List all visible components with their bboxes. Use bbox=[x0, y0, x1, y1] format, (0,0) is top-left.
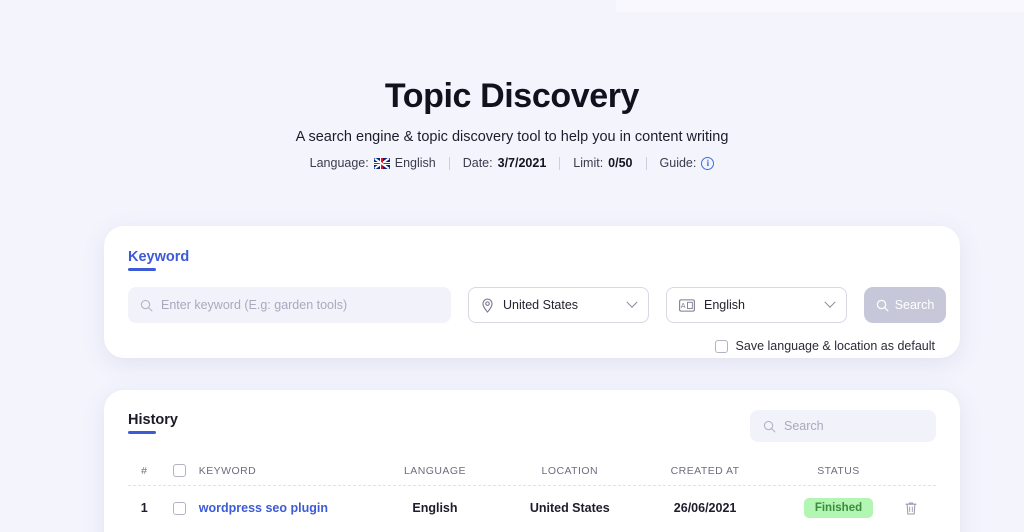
tab-keyword[interactable]: Keyword bbox=[128, 249, 189, 271]
location-dropdown-value: United States bbox=[503, 298, 579, 312]
column-header-keyword: KEYWORD bbox=[198, 464, 257, 477]
search-icon bbox=[140, 299, 153, 311]
search-button-label: Search bbox=[894, 298, 935, 312]
chevron-down-icon bbox=[626, 296, 638, 308]
table-header-row: # KEYWORD LANGUAGE LOCATION CREATED AT S… bbox=[128, 456, 936, 486]
chevron-down-icon bbox=[824, 296, 836, 308]
row-select-cell bbox=[161, 501, 199, 515]
row-language: English bbox=[412, 501, 458, 515]
column-header-num: # bbox=[141, 464, 148, 477]
meta-limit: Limit: 0/50 bbox=[560, 156, 645, 170]
column-header-select bbox=[161, 464, 199, 477]
status-badge: Finished bbox=[803, 498, 874, 518]
row-location: United States bbox=[529, 501, 610, 515]
row-keyword-link[interactable]: wordpress seo plugin bbox=[199, 501, 328, 515]
history-search-placeholder: Search bbox=[784, 419, 824, 433]
save-default-label: Save language & location as default bbox=[735, 339, 935, 353]
location-pin-icon bbox=[482, 298, 493, 313]
save-default-checkbox[interactable] bbox=[714, 339, 728, 353]
tab-active-indicator bbox=[128, 431, 156, 434]
page-title: Topic Discovery bbox=[384, 77, 640, 115]
keyword-input[interactable]: Enter keyword (E.g: garden tools) bbox=[128, 287, 451, 323]
meta-guide-label: Guide: bbox=[659, 156, 697, 171]
top-band bbox=[616, 0, 1024, 12]
meta-date-label: Date: bbox=[462, 156, 493, 171]
meta-guide[interactable]: Guide: i bbox=[647, 156, 728, 170]
column-header-language: LANGUAGE bbox=[403, 464, 466, 477]
language-dropdown-value: English bbox=[704, 298, 745, 312]
meta-date: Date: 3/7/2021 bbox=[450, 156, 560, 170]
header-meta-row: Language: English Date: 3/7/2021 Limit: … bbox=[0, 156, 1024, 170]
meta-language: Language: English bbox=[297, 156, 449, 170]
history-card: History Search # KEYWORD LANGUAGE LOCATI… bbox=[104, 390, 960, 532]
save-default-row: Save language & location as default bbox=[128, 339, 936, 353]
keyword-input-placeholder: Enter keyword (E.g: garden tools) bbox=[161, 298, 348, 312]
history-search-input[interactable]: Search bbox=[750, 410, 936, 442]
search-icon bbox=[763, 420, 776, 432]
search-icon bbox=[876, 299, 889, 311]
translate-icon: A bbox=[679, 298, 695, 312]
row-number: 1 bbox=[140, 501, 148, 515]
location-dropdown[interactable]: United States bbox=[468, 287, 649, 323]
keyword-search-row: Enter keyword (E.g: garden tools) United… bbox=[128, 287, 946, 323]
row-actions-cell bbox=[904, 501, 937, 516]
row-checkbox[interactable] bbox=[173, 501, 187, 515]
row-keyword-cell: wordpress seo plugin bbox=[199, 501, 367, 515]
page-subtitle: A search engine & topic discovery tool t… bbox=[295, 129, 729, 146]
tab-history-label: History bbox=[128, 412, 178, 428]
row-created-at: 26/06/2021 bbox=[673, 501, 737, 515]
meta-date-value: 3/7/2021 bbox=[497, 156, 547, 171]
column-header-location: LOCATION bbox=[541, 464, 599, 477]
tab-active-indicator bbox=[128, 268, 156, 271]
meta-language-label: Language: bbox=[309, 156, 369, 171]
column-header-status: STATUS bbox=[817, 464, 860, 477]
column-header-created-at: CREATED AT bbox=[670, 464, 740, 477]
language-dropdown[interactable]: A English bbox=[666, 287, 847, 323]
trash-icon[interactable] bbox=[904, 501, 918, 516]
tab-keyword-label: Keyword bbox=[128, 249, 190, 265]
search-button[interactable]: Search bbox=[864, 287, 946, 323]
meta-language-value: English bbox=[394, 156, 436, 171]
svg-text:A: A bbox=[681, 302, 686, 310]
history-header: History Search bbox=[128, 410, 936, 442]
row-status-cell: Finished bbox=[773, 498, 903, 518]
uk-flag-icon bbox=[373, 157, 390, 169]
table-row: 1 wordpress seo plugin English United St… bbox=[128, 486, 936, 530]
info-icon[interactable]: i bbox=[701, 156, 715, 170]
select-all-checkbox[interactable] bbox=[173, 464, 187, 477]
tab-history[interactable]: History bbox=[128, 412, 178, 434]
page-root: Topic Discovery A search engine & topic … bbox=[0, 0, 1024, 532]
meta-limit-label: Limit: bbox=[573, 156, 604, 171]
meta-limit-value: 0/50 bbox=[608, 156, 633, 171]
keyword-search-card: Keyword Enter keyword (E.g: garden tools… bbox=[104, 226, 960, 358]
page-header: Topic Discovery A search engine & topic … bbox=[0, 0, 1024, 170]
history-table: # KEYWORD LANGUAGE LOCATION CREATED AT S… bbox=[128, 456, 936, 530]
